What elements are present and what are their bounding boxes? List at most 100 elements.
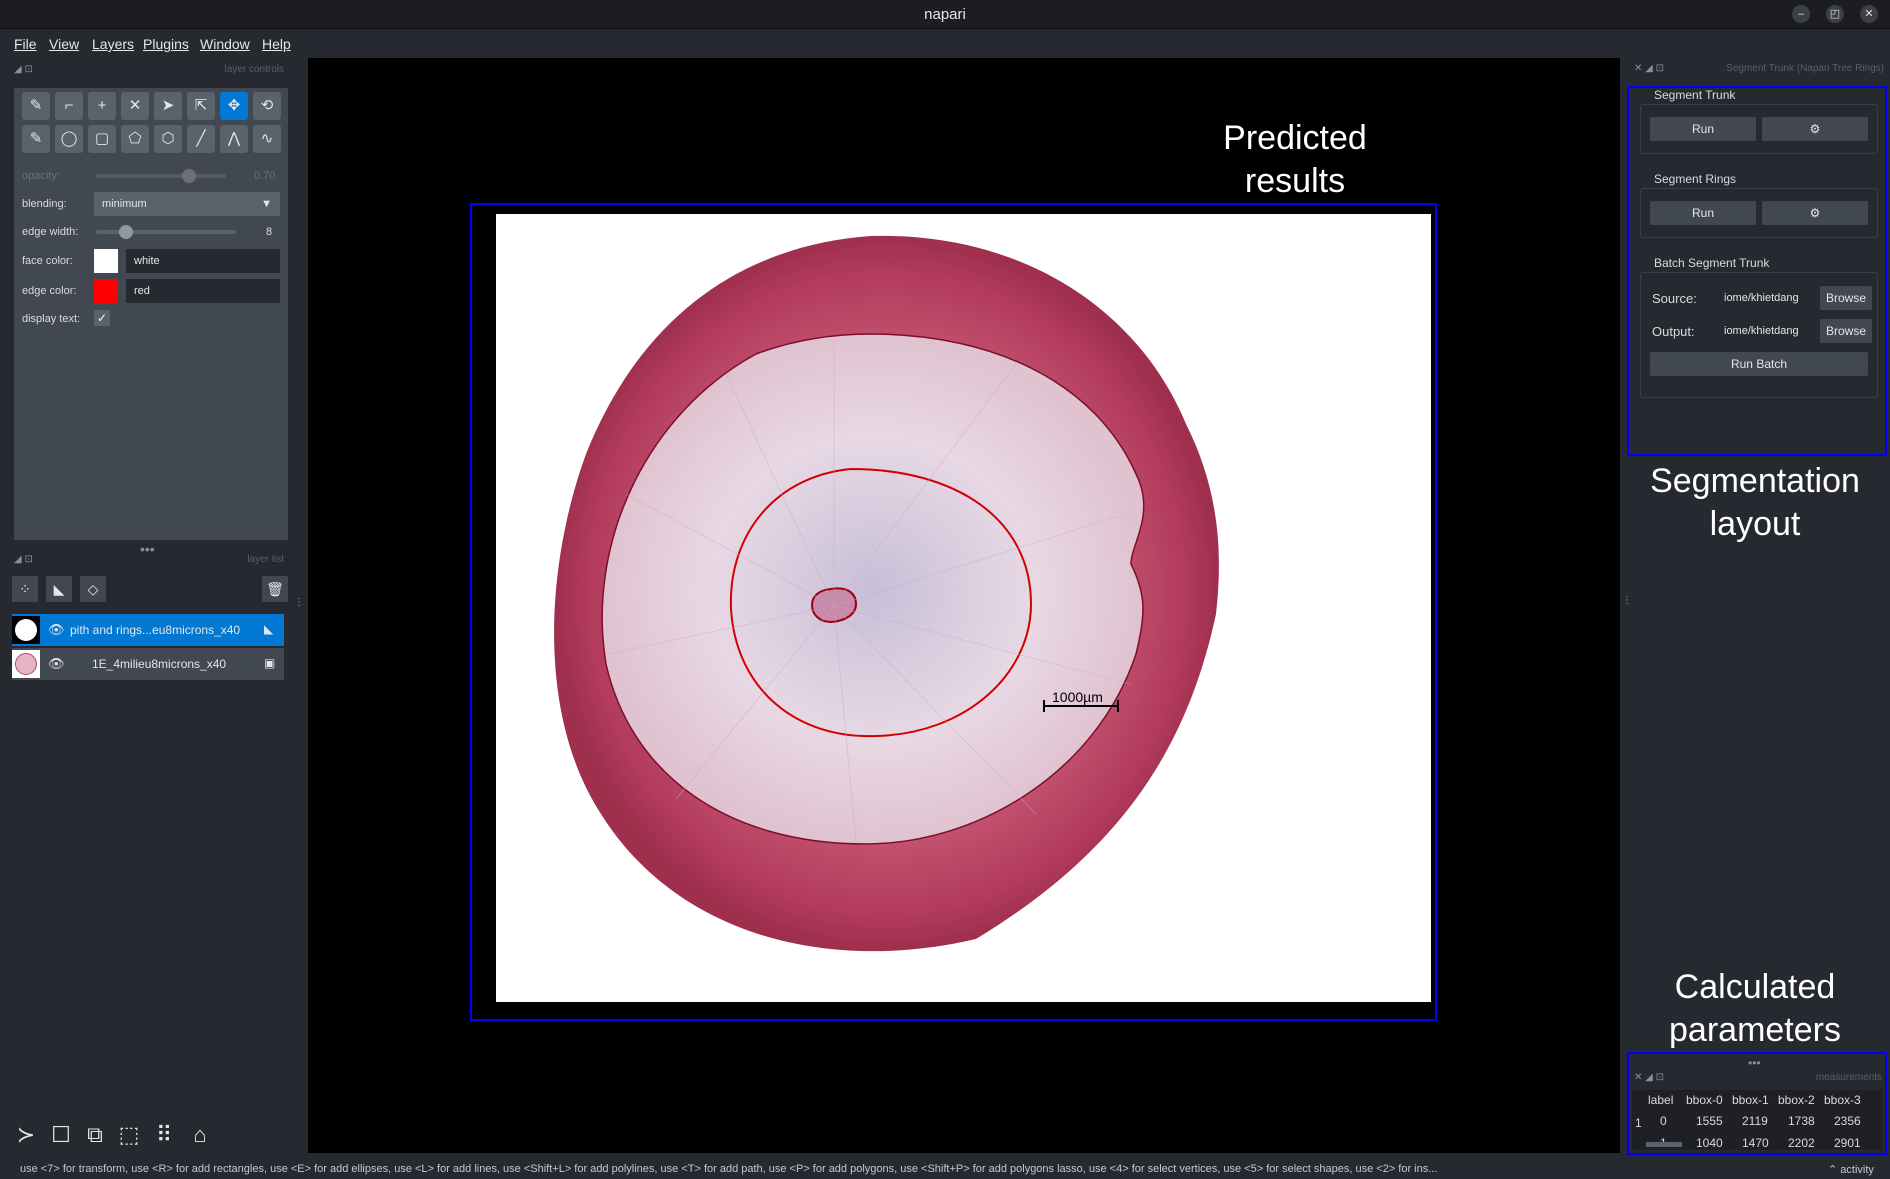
image-layer-type-icon: ▣ — [264, 656, 276, 670]
menu-file[interactable]: File — [14, 36, 37, 52]
dock-resize-handle[interactable]: ⋮ — [294, 598, 304, 608]
status-text: use <7> for transform, use <R> for add r… — [20, 1163, 1438, 1175]
menu-layers[interactable]: Layers — [92, 36, 134, 52]
segment-rings-run-button[interactable]: Run — [1650, 201, 1756, 225]
output-path-input[interactable]: iome/khietdang — [1716, 319, 1814, 343]
transform-icon[interactable]: ⟲ — [253, 92, 281, 120]
opacity-slider-knob[interactable] — [182, 169, 196, 183]
direct-select-icon[interactable]: ⇱ — [187, 92, 215, 120]
table-cell: 0 — [1660, 1114, 1667, 1128]
measurements-header: ✕ ◢ ⊡ measurements — [1634, 1072, 1882, 1083]
table-cell: 1738 — [1788, 1114, 1815, 1128]
batch-segment-title: Batch Segment Trunk — [1652, 256, 1772, 270]
activity-button[interactable]: ⌃ activity — [1828, 1163, 1874, 1176]
table-cell: 1040 — [1696, 1136, 1723, 1150]
opacity-value: 0.70 — [254, 170, 276, 182]
edge-width-slider-knob[interactable] — [119, 225, 133, 239]
console-icon[interactable]: ≻ — [12, 1121, 40, 1149]
polyline-icon[interactable]: ⋀ — [220, 125, 248, 153]
menu-view[interactable]: View — [49, 36, 79, 52]
menu-window[interactable]: Window — [200, 36, 250, 52]
face-color-swatch[interactable] — [94, 249, 118, 273]
row-index: 1 — [1635, 1116, 1642, 1130]
add-vertex-icon[interactable]: + — [88, 92, 116, 120]
table-header-bbox1[interactable]: bbox-1 — [1732, 1093, 1769, 1107]
select-shapes-icon[interactable]: ➤ — [154, 92, 182, 120]
opacity-slider[interactable] — [96, 174, 226, 178]
minimize-button[interactable]: – — [1792, 5, 1810, 23]
grid-view-icon[interactable]: ⠿ — [150, 1121, 178, 1149]
path-icon[interactable]: ∿ — [253, 125, 281, 153]
source-browse-button[interactable]: Browse — [1820, 286, 1872, 310]
transpose-icon[interactable]: ⬚ — [115, 1121, 143, 1149]
maximize-button[interactable]: ◰ — [1826, 5, 1844, 23]
shapes-layer-type-icon: ◣ — [264, 622, 274, 636]
run-batch-button[interactable]: Run Batch — [1650, 352, 1868, 376]
layer-controls-header: ◢ ⊡ layer controls — [14, 64, 284, 75]
horizontal-scrollbar[interactable] — [1646, 1142, 1682, 1147]
segmentation-layout-annotation: Segmentation layout — [1650, 462, 1860, 543]
dock-resize-handle[interactable]: ⋮ — [1622, 596, 1632, 606]
output-label: Output: — [1652, 324, 1695, 339]
table-header-bbox2[interactable]: bbox-2 — [1778, 1093, 1815, 1107]
menu-plugins[interactable]: Plugins — [143, 36, 189, 52]
visibility-eye-icon[interactable]: 👁 — [48, 622, 65, 638]
table-header-bbox0[interactable]: bbox-0 — [1686, 1093, 1723, 1107]
face-color-input[interactable]: white — [126, 249, 280, 273]
output-browse-button[interactable]: Browse — [1820, 319, 1872, 343]
blending-select[interactable]: minimum ▼ — [94, 192, 280, 216]
splitter-handle[interactable]: ••• — [1748, 1056, 1761, 1070]
predicted-results-frame — [470, 203, 1437, 1021]
window-title: napari — [924, 6, 966, 23]
table-cell: 2901 — [1834, 1136, 1861, 1150]
delete-layer-icon[interactable]: 🗑 — [262, 576, 288, 602]
status-bar: use <7> for transform, use <R> for add r… — [0, 1160, 1890, 1179]
line-icon[interactable]: ╱ — [187, 125, 215, 153]
blending-label: blending: — [22, 198, 67, 210]
roll-dimensions-icon[interactable]: ⧉ — [81, 1121, 109, 1149]
source-path-input[interactable]: iome/khietdang — [1716, 286, 1814, 310]
visibility-eye-icon[interactable]: 👁 — [48, 656, 65, 672]
close-window-button[interactable]: ✕ — [1860, 5, 1878, 23]
pan-zoom-icon[interactable]: ✥ — [220, 92, 248, 120]
remove-vertex-icon[interactable]: ⌐ — [55, 92, 83, 120]
table-cell: 1470 — [1742, 1136, 1769, 1150]
edge-color-swatch[interactable] — [94, 279, 118, 303]
face-color-label: face color: — [22, 255, 73, 267]
layer-controls-panel: ✎ ⌐ + ✕ ➤ ⇱ ✥ ⟲ ✎ ◯ ▢ ⬠ ⬡ ╱ ⋀ ∿ opacity:… — [14, 88, 288, 540]
rectangle-icon[interactable]: ▢ — [88, 125, 116, 153]
menu-bar: File View Layers Plugins Window Help — [0, 30, 1890, 56]
move-back-icon[interactable]: ✎ — [22, 125, 50, 153]
table-cell: 1555 — [1696, 1114, 1723, 1128]
segment-trunk-run-button[interactable]: Run — [1650, 117, 1756, 141]
new-points-layer-icon[interactable]: ⁘ — [12, 576, 38, 602]
home-icon[interactable]: ⌂ — [186, 1121, 214, 1149]
new-shapes-layer-icon[interactable]: ◣ — [46, 576, 72, 602]
new-labels-layer-icon[interactable]: ◇ — [80, 576, 106, 602]
delete-shape-icon[interactable]: ✕ — [121, 92, 149, 120]
edge-color-label: edge color: — [22, 285, 77, 297]
plugin-header: ✕ ◢ ⊡ Segment Trunk (Napari Tree Rings) — [1634, 63, 1884, 74]
ellipse-icon[interactable]: ◯ — [55, 125, 83, 153]
ndisplay-icon[interactable]: ☐ — [47, 1121, 75, 1149]
menu-help[interactable]: Help — [262, 36, 291, 52]
predicted-results-annotation: Predicted results — [1223, 119, 1367, 200]
layer-name: pith and rings...eu8microns_x40 — [70, 623, 241, 637]
layer-row[interactable]: 👁 1E_4milieu8microns_x40 ▣ — [12, 648, 284, 680]
opacity-label: opacity: — [22, 170, 60, 182]
chevron-down-icon: ▼ — [261, 198, 272, 210]
polygon-lasso-icon[interactable]: ⬡ — [154, 125, 182, 153]
edge-color-input[interactable]: red — [126, 279, 280, 303]
layer-row[interactable]: 👁 pith and rings...eu8microns_x40 ◣ — [12, 614, 284, 646]
gear-icon[interactable]: ⚙ — [1762, 201, 1868, 225]
gear-icon[interactable]: ⚙ — [1762, 117, 1868, 141]
display-text-checkbox[interactable]: ✓ — [94, 310, 110, 326]
table-header-label[interactable]: label — [1648, 1093, 1673, 1107]
table-cell: 2356 — [1834, 1114, 1861, 1128]
calculated-parameters-annotation: Calculated parameters — [1669, 968, 1841, 1049]
polygon-icon[interactable]: ⬠ — [121, 125, 149, 153]
table-header-bbox3[interactable]: bbox-3 — [1824, 1093, 1861, 1107]
delete-vertex-icon[interactable]: ✎ — [22, 92, 50, 120]
edge-width-slider[interactable] — [96, 230, 236, 234]
measurements-table[interactable]: label bbox-0 bbox-1 bbox-2 bbox-3 1 0 15… — [1632, 1090, 1882, 1150]
